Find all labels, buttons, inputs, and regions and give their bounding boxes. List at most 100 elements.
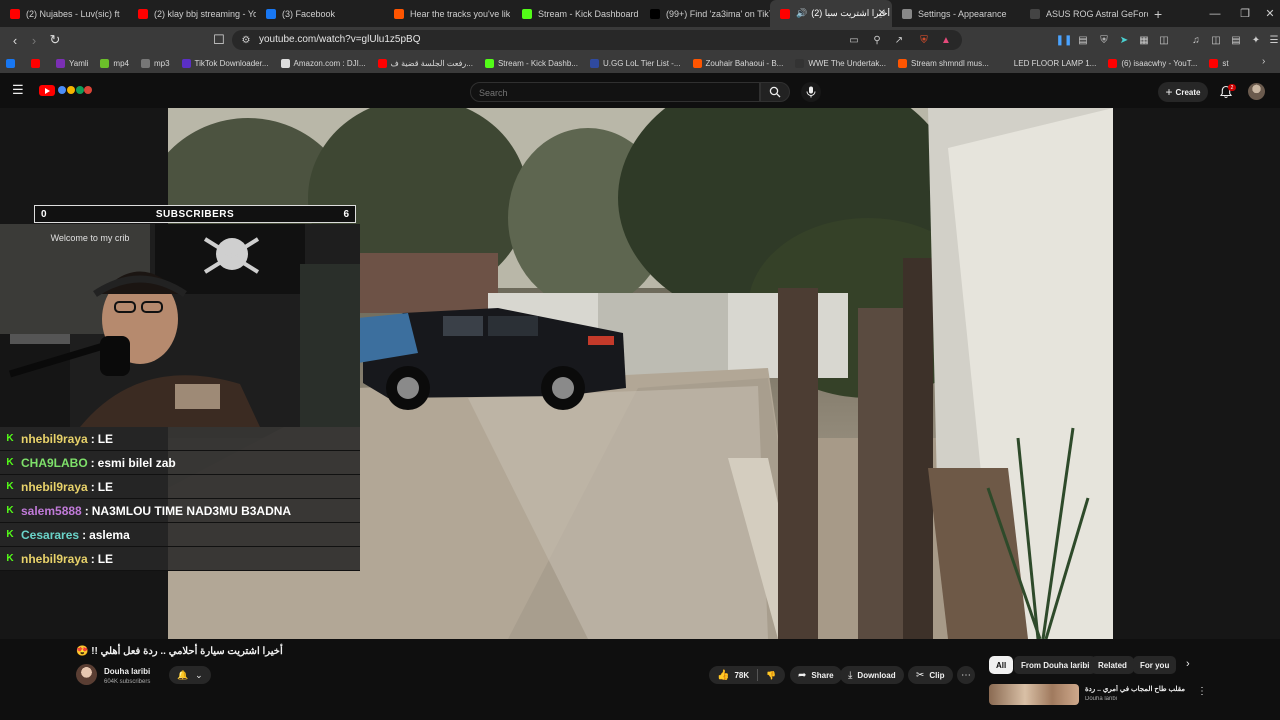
recommended-thumbnail[interactable]: [989, 684, 1079, 705]
bookmarks-overflow-icon[interactable]: ›: [1262, 56, 1265, 67]
share-icon[interactable]: ↗: [892, 33, 906, 47]
chat-message: Ksalem5888: NA3MLOU TIME NAD3MU B3ADNA: [0, 499, 360, 523]
bookmark-favicon-icon: [377, 58, 387, 68]
chat-username: salem5888: [21, 503, 82, 518]
youtube-icon: [138, 8, 148, 19]
bookmark-item[interactable]: [31, 58, 44, 68]
create-button[interactable]: + Create: [1158, 82, 1208, 102]
extension-icon[interactable]: ❚❚: [1056, 33, 1073, 47]
dislike-button[interactable]: 👎: [758, 666, 784, 684]
bookmark-label: Stream - Kick Dashb...: [497, 58, 578, 68]
search-input[interactable]: [471, 84, 759, 102]
browser-tab[interactable]: (2) klay bbj streaming - Yo: [128, 0, 256, 27]
chat-username: Cesarares: [21, 527, 80, 542]
search-button[interactable]: [760, 82, 790, 102]
streamer-webcam: Welcome to my crib: [0, 224, 360, 427]
chip-from-channel[interactable]: From Douha laribi: [1014, 656, 1097, 674]
browser-tab[interactable]: Stream - Kick Dashboard: [512, 0, 640, 27]
recommended-more-icon[interactable]: ⋮: [1197, 686, 1207, 697]
minimize-button[interactable]: —: [1200, 0, 1230, 27]
bookmark-item[interactable]: [6, 58, 19, 68]
menu-icon[interactable]: ☰: [1267, 33, 1280, 47]
reload-button[interactable]: ↻: [47, 32, 63, 48]
bookmark-icon[interactable]: ☐: [211, 32, 227, 48]
bookmark-item[interactable]: LED FLOOR LAMP 1...: [1000, 58, 1096, 68]
browser-tab[interactable]: (3) Facebook: [256, 0, 384, 27]
chip-related[interactable]: Related: [1091, 656, 1134, 674]
ai-icon[interactable]: ✦: [1249, 33, 1263, 47]
chip-for-you[interactable]: For you: [1133, 656, 1177, 674]
extension-icon[interactable]: ▤: [1076, 33, 1090, 47]
bookmark-item[interactable]: TikTok Downloader...: [181, 58, 269, 68]
youtube-icon: [10, 8, 20, 19]
chevron-right-icon[interactable]: ›: [1186, 658, 1190, 670]
share-button[interactable]: ➦ Share: [790, 666, 842, 684]
browser-tab[interactable]: ASUS ROG Astral GeForce: [1020, 0, 1148, 27]
address-bar[interactable]: ⚙ youtube.com/watch?v=glUlu1z5pBQ ▭ ⚲ ↗ …: [232, 30, 962, 50]
music-icon[interactable]: ♫: [1189, 33, 1203, 47]
shield-icon[interactable]: ⛨: [1097, 33, 1111, 47]
back-button[interactable]: ‹: [7, 32, 23, 48]
browser-tab[interactable]: 🔊 (2) أخيرا اشتريت سيا ✕: [770, 0, 892, 27]
chat-separator: :: [90, 455, 95, 470]
more-actions-button[interactable]: ⋯: [957, 666, 975, 684]
voice-search-button[interactable]: [801, 82, 821, 102]
wallet-icon[interactable]: ▤: [1229, 33, 1243, 47]
close-window-button[interactable]: ✕: [1255, 0, 1280, 27]
brave-shield-icon[interactable]: ⛨: [917, 33, 931, 47]
account-avatar[interactable]: [1248, 83, 1265, 100]
clip-button[interactable]: ✂ Clip: [908, 666, 953, 684]
new-tab-button[interactable]: +: [1154, 6, 1162, 22]
puzzle-icon[interactable]: ▦: [1137, 33, 1151, 47]
chat-username: nhebil9raya: [21, 431, 88, 446]
bookmark-item[interactable]: رفعت الجلسة قضية ف...: [377, 58, 473, 68]
bookmark-favicon-icon: [6, 58, 15, 68]
recommended-title[interactable]: مقلب طاح المجاب في أمري .. ردة فعله: [1085, 685, 1185, 693]
download-button[interactable]: ⤓ Download: [840, 666, 904, 684]
channel-avatar[interactable]: [76, 664, 97, 685]
bookmark-item[interactable]: st: [1209, 58, 1229, 68]
close-tab-icon[interactable]: ✕: [878, 8, 886, 19]
bookmark-label: Zouhair Bahaoui - B...: [705, 58, 784, 68]
tab-title: Settings - Appearance: [918, 8, 1007, 19]
zoom-icon[interactable]: ⚲: [870, 33, 884, 47]
bookmark-item[interactable]: mp3: [140, 58, 170, 68]
bookmarks-bar: Yamli mp4 mp3 TikTok Downloader... Amazon.co…: [0, 53, 1280, 73]
bookmark-item[interactable]: (6) isaacwhy - YouT...: [1108, 58, 1197, 68]
bookmark-item[interactable]: Zouhair Bahaoui - B...: [692, 58, 784, 68]
youtube-icon: [780, 8, 790, 19]
bookmark-favicon-icon: [181, 58, 191, 68]
video-player[interactable]: 0 SUBSCRIBERS 6 Welcome to my crib K nhe…: [0, 108, 1280, 639]
sidebar-icon[interactable]: ◫: [1157, 33, 1171, 47]
bookmark-item[interactable]: WWE The Undertak...: [795, 58, 886, 68]
browser-tab[interactable]: (99+) Find 'za3ima' on TikT: [640, 0, 770, 27]
browser-tab[interactable]: Settings - Appearance: [892, 0, 1020, 27]
bookmark-item[interactable]: mp4: [100, 58, 129, 68]
bookmark-favicon-icon: [484, 58, 494, 68]
bookmark-item[interactable]: Stream shmndl mus...: [897, 58, 989, 68]
bookmark-item[interactable]: U.GG LoL Tier List -...: [589, 58, 681, 68]
browser-tab[interactable]: Hear the tracks you've lik: [384, 0, 512, 27]
cast-icon[interactable]: ▭: [847, 33, 861, 47]
bookmark-label: mp4: [113, 58, 129, 68]
site-info-icon[interactable]: ⚙: [239, 33, 253, 47]
chip-all[interactable]: All: [989, 656, 1014, 674]
chat-separator: :: [90, 479, 95, 494]
bookmark-item[interactable]: Yamli: [56, 58, 88, 68]
browser-tab[interactable]: (2) Nujabes - Luv(sic) ft: [0, 0, 128, 27]
brave-rewards-icon[interactable]: ▲: [939, 33, 953, 47]
thumbs-up-icon: 👍: [717, 669, 730, 681]
search-box[interactable]: [470, 82, 760, 102]
extension-icon[interactable]: ➤: [1117, 33, 1131, 47]
chat-message: K Cesarares: aslema: [0, 523, 360, 547]
split-view-icon[interactable]: ◫: [1209, 33, 1223, 47]
subscription-notifications-button[interactable]: 🔔 ⌄: [169, 666, 211, 684]
forward-button[interactable]: ›: [26, 32, 42, 48]
youtube-logo[interactable]: [39, 85, 55, 96]
hamburger-menu-icon[interactable]: ☰: [12, 83, 26, 97]
bookmark-item[interactable]: Amazon.com : DJI...: [280, 58, 366, 68]
bookmark-item[interactable]: Stream - Kick Dashb...: [484, 58, 578, 68]
like-button[interactable]: 👍 78K: [709, 666, 757, 684]
speaker-icon[interactable]: 🔊: [796, 8, 807, 19]
channel-name[interactable]: Douha laribi: [104, 667, 150, 676]
